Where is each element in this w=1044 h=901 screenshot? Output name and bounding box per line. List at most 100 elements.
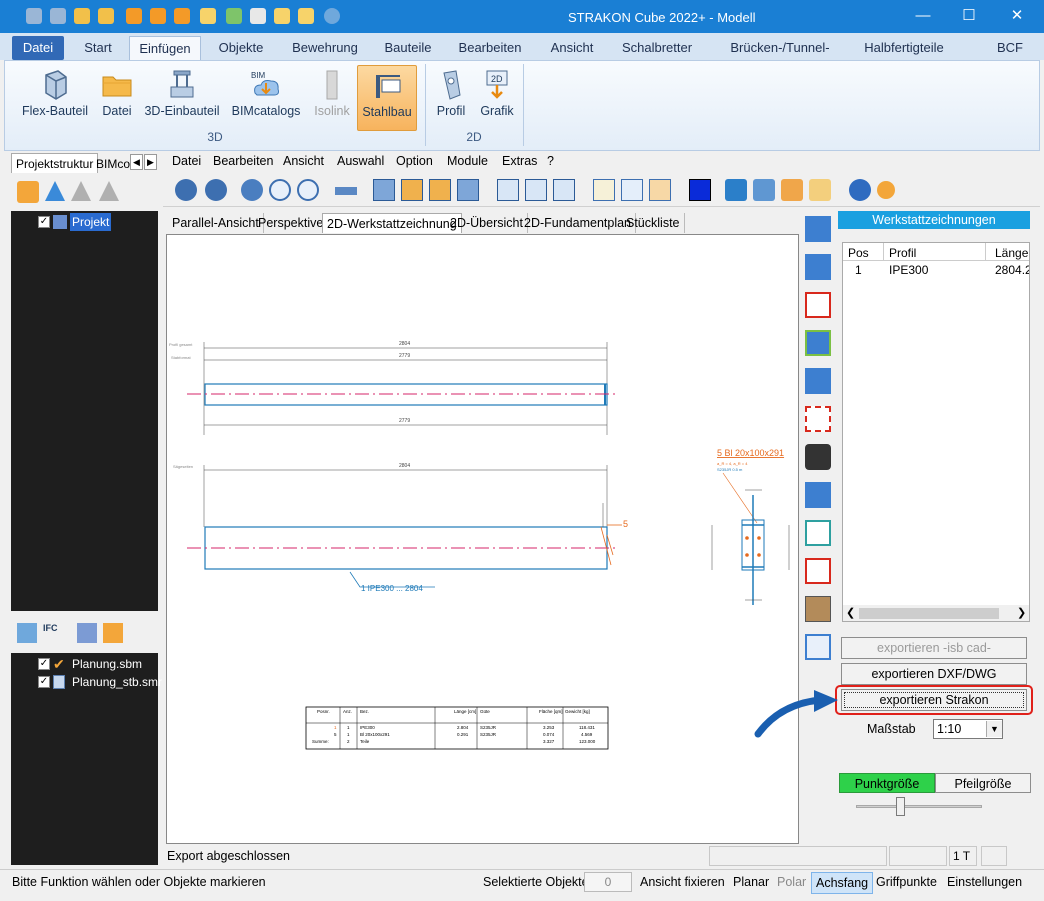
camera-icon[interactable] [805, 444, 831, 470]
col-laenge[interactable]: Länge [995, 246, 1028, 260]
tab-2d-uebersicht[interactable]: 2D-Übersicht [446, 213, 528, 233]
tab-projektstruktur[interactable]: Projektstruktur [11, 153, 99, 173]
col-profil[interactable]: Profil [889, 246, 916, 260]
scroll-thumb[interactable] [859, 608, 999, 619]
color-icon[interactable] [689, 179, 711, 201]
export-isb-button[interactable]: exportieren -isb cad- [841, 637, 1027, 659]
arrow-left-icon[interactable] [126, 8, 142, 24]
sort-icon[interactable] [77, 623, 97, 643]
checkbox-projekt[interactable]: ✓ [38, 216, 50, 228]
menu-option[interactable]: Option [396, 154, 433, 168]
export-strakon-button[interactable]: exportieren Strakon [841, 689, 1027, 711]
info-icon[interactable] [805, 634, 831, 660]
table-icon[interactable] [649, 179, 671, 201]
tab-objekte[interactable]: Objekte [206, 36, 276, 60]
checkbox-planung-stb[interactable]: ✓ [38, 676, 50, 688]
arrow-up-icon[interactable] [45, 181, 65, 201]
sync-icon[interactable] [17, 181, 39, 203]
menu-bearbeiten[interactable]: Bearbeiten [213, 154, 273, 168]
measure-angle-icon[interactable] [805, 520, 831, 546]
bimcatalogs-button[interactable]: BIM BIMcatalogs [229, 65, 303, 131]
menu-datei[interactable]: Datei [172, 154, 201, 168]
add-model-icon[interactable] [17, 623, 37, 643]
cancel-icon[interactable] [877, 181, 895, 199]
export-dxf-button[interactable]: exportieren DXF/DWG [841, 663, 1027, 685]
tab-bruecken-tunnel[interactable]: Brücken-/Tunnel-Designer [708, 36, 852, 79]
layer-icon[interactable] [593, 179, 615, 201]
arrow-right-icon[interactable] [150, 8, 166, 24]
tools-icon[interactable] [809, 179, 831, 201]
structure2-icon[interactable] [753, 179, 775, 201]
measure-icon[interactable] [335, 187, 357, 195]
menu-extras[interactable]: Extras [502, 154, 537, 168]
chevron-down-icon[interactable]: ▼ [986, 721, 1002, 737]
tab-halbfertigteile[interactable]: Halbfertigteile [858, 36, 950, 60]
position-label[interactable]: 1 IPE300 ... 2804 [361, 584, 423, 593]
maximize-button[interactable]: ☐ [946, 0, 992, 32]
drawings-list[interactable]: Pos Profil Länge 1 IPE300 2804.2 ❮ ❯ [842, 242, 1030, 622]
view-front-icon[interactable] [373, 179, 395, 201]
tree-item-planung-sbm[interactable]: Planung.sbm [70, 655, 144, 673]
scale-select[interactable]: 1:10 ▼ [933, 719, 1003, 739]
toggle-achsfang[interactable]: Achsfang [811, 872, 874, 894]
horizontal-scrollbar[interactable]: ❮ ❯ [843, 605, 1029, 621]
tab-bimco[interactable]: BIMco [92, 154, 134, 174]
toggle-einstellungen[interactable]: Einstellungen [947, 875, 1022, 889]
save-all-icon[interactable] [98, 8, 114, 24]
structure-icon[interactable] [725, 179, 747, 201]
arrow-up-gray-icon[interactable] [71, 181, 91, 201]
broadcast-icon[interactable] [103, 623, 123, 643]
menu-ansicht[interactable]: Ansicht [283, 154, 324, 168]
col-pos[interactable]: Pos [848, 246, 869, 260]
list-row[interactable]: 1 IPE300 2804.2 [843, 262, 1029, 278]
grafik-button[interactable]: 2D Grafik [477, 65, 517, 131]
toggle-griffpunkte[interactable]: Griffpunkte [876, 875, 937, 889]
isolink-button[interactable]: Isolink [311, 65, 353, 131]
checkbox-planung-sbm[interactable]: ✓ [38, 658, 50, 670]
undo-view-icon[interactable] [175, 179, 197, 201]
close-button[interactable]: ✕ [994, 0, 1040, 32]
flex-bauteil-button[interactable]: Flex-Bauteil [21, 65, 89, 131]
profil-button[interactable]: Profil [433, 65, 469, 131]
menu-auswahl[interactable]: Auswahl [337, 154, 384, 168]
grid-red-icon[interactable] [805, 292, 831, 318]
tab-ansicht[interactable]: Ansicht [540, 36, 604, 60]
menu-module[interactable]: Module [447, 154, 488, 168]
copy-icon[interactable] [200, 8, 216, 24]
tab-2d-fundamentplan[interactable]: 2D-Fundamentplan [520, 213, 637, 233]
undo-icon[interactable] [26, 8, 42, 24]
tab-scroll-right[interactable]: ▶ [144, 154, 157, 170]
pfeilgroesse-button[interactable]: Pfeilgröße [935, 773, 1031, 793]
arrow-up-gray2-icon[interactable] [99, 181, 119, 201]
edit-drawing-icon[interactable] [805, 254, 831, 280]
redo-icon[interactable] [50, 8, 66, 24]
filter-remove-icon[interactable] [553, 179, 575, 201]
view-iso-icon[interactable] [457, 179, 479, 201]
load-icon[interactable] [805, 596, 831, 622]
tab-stueckliste[interactable]: Stückliste [622, 213, 685, 233]
tab-perspektive[interactable]: Perspektive [254, 213, 329, 233]
redo-view-icon[interactable] [205, 179, 227, 201]
refresh-icon[interactable] [324, 8, 340, 24]
grid-icon[interactable] [621, 179, 643, 201]
section-icon[interactable] [805, 406, 831, 432]
confirm-icon[interactable] [849, 179, 871, 201]
plate-label[interactable]: 5 Bl 20x100x291 [717, 448, 784, 458]
tree-item-planung-stb[interactable]: Planung_stb.smr [70, 673, 164, 691]
toggle-ansicht-fixieren[interactable]: Ansicht fixieren [640, 875, 725, 889]
tab-bcf[interactable]: BCF [990, 36, 1030, 60]
add-drawing-icon[interactable] [805, 216, 831, 242]
zoom-in-icon[interactable] [297, 179, 319, 201]
view-top-icon[interactable] [401, 179, 423, 201]
tab-2d-werkstattzeichnung[interactable]: 2D-Werkstattzeichnung [322, 213, 462, 233]
tab-bauteile[interactable]: Bauteile [376, 36, 440, 60]
tab-einfuegen[interactable]: Einfügen [129, 36, 201, 60]
filter-check-icon[interactable] [525, 179, 547, 201]
tab-start[interactable]: Start [70, 36, 126, 60]
minimize-button[interactable]: — [900, 0, 946, 32]
filter-icon[interactable] [497, 179, 519, 201]
save-icon[interactable] [74, 8, 90, 24]
datei-button[interactable]: Datei [97, 65, 137, 131]
zoom-window-icon[interactable] [269, 179, 291, 201]
tab-bearbeiten[interactable]: Bearbeiten [450, 36, 530, 60]
